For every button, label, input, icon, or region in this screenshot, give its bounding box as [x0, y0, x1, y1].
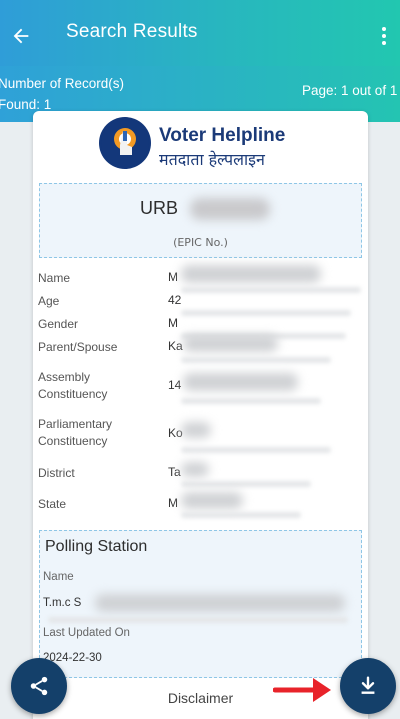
- back-button[interactable]: [6, 22, 36, 50]
- field-label-district: District: [38, 466, 75, 480]
- redacted-value: [183, 335, 278, 352]
- more-vertical-icon: [382, 27, 386, 31]
- field-value-district: Ta: [168, 465, 181, 479]
- redacted-value: [183, 373, 298, 391]
- field-label-gender: Gender: [38, 317, 79, 331]
- epic-number: URB: [140, 198, 179, 218]
- redacted-line: [181, 287, 361, 293]
- download-button[interactable]: [340, 658, 396, 714]
- field-label-name: Name: [38, 271, 71, 285]
- polling-station-box: Polling Station Name T.m.c S Last Update…: [39, 530, 362, 678]
- redacted-epic-number: [190, 198, 270, 220]
- share-icon: [30, 676, 48, 696]
- polling-name-label: Name: [43, 571, 74, 583]
- redacted-value: [181, 462, 209, 477]
- epic-number-box: URB (EPIC No.): [39, 183, 362, 258]
- annotation-arrow-icon: [273, 678, 331, 702]
- app-bar: Search Results: [0, 0, 400, 70]
- download-icon: [361, 676, 375, 694]
- voter-details-card: Voter Helpline मतदाता हेल्पलाइन URB (EPI…: [33, 111, 368, 719]
- redacted-line: [181, 398, 321, 404]
- logo-title-english: Voter Helpline: [159, 125, 286, 146]
- last-updated-label: Last Updated On: [43, 627, 130, 639]
- polling-name-value: T.m.c S: [43, 597, 82, 609]
- logo-title-hindi: मतदाता हेल्पलाइन: [159, 150, 265, 169]
- redacted-line: [181, 357, 331, 363]
- redacted-line: [181, 512, 301, 518]
- redacted-line: [181, 481, 311, 487]
- redacted-value: [95, 594, 345, 612]
- field-value-age: 42: [168, 293, 182, 307]
- redacted-line: [181, 310, 351, 316]
- share-button[interactable]: [11, 658, 67, 714]
- page-indicator: Page: 1 out of 1: [302, 83, 398, 98]
- redacted-value: [181, 422, 211, 438]
- epic-label: (EPIC No.): [173, 236, 228, 249]
- field-label-state: State: [38, 497, 67, 511]
- field-label-age: Age: [38, 294, 60, 308]
- field-value-assembly-constituency: 14: [168, 378, 182, 392]
- field-value-state: M: [168, 496, 178, 510]
- field-label-assembly-constituency: Assembly Constituency: [38, 370, 108, 401]
- field-value-parent-spouse: Ka: [168, 339, 183, 353]
- field-value-gender: M: [168, 316, 178, 330]
- arrow-left-icon: [13, 28, 29, 44]
- redacted-value: [181, 492, 243, 509]
- redacted-line: [181, 447, 331, 453]
- records-count: Number of Record(s) Found: 1: [0, 76, 125, 112]
- field-label-parliamentary-constituency: Parliamentary Constituency: [38, 417, 113, 448]
- more-menu-button[interactable]: [372, 22, 396, 50]
- field-value-name: M: [168, 270, 178, 284]
- field-label-parent-spouse: Parent/Spouse: [38, 340, 118, 354]
- polling-station-title: Polling Station: [45, 538, 148, 555]
- page-title: Search Results: [66, 21, 198, 42]
- redacted-value: [181, 265, 321, 283]
- voter-helpline-logo: Voter Helpline मतदाता हेल्पलाइन: [99, 117, 309, 171]
- redacted-line: [48, 617, 348, 623]
- voter-helpline-logo-icon: [99, 117, 151, 169]
